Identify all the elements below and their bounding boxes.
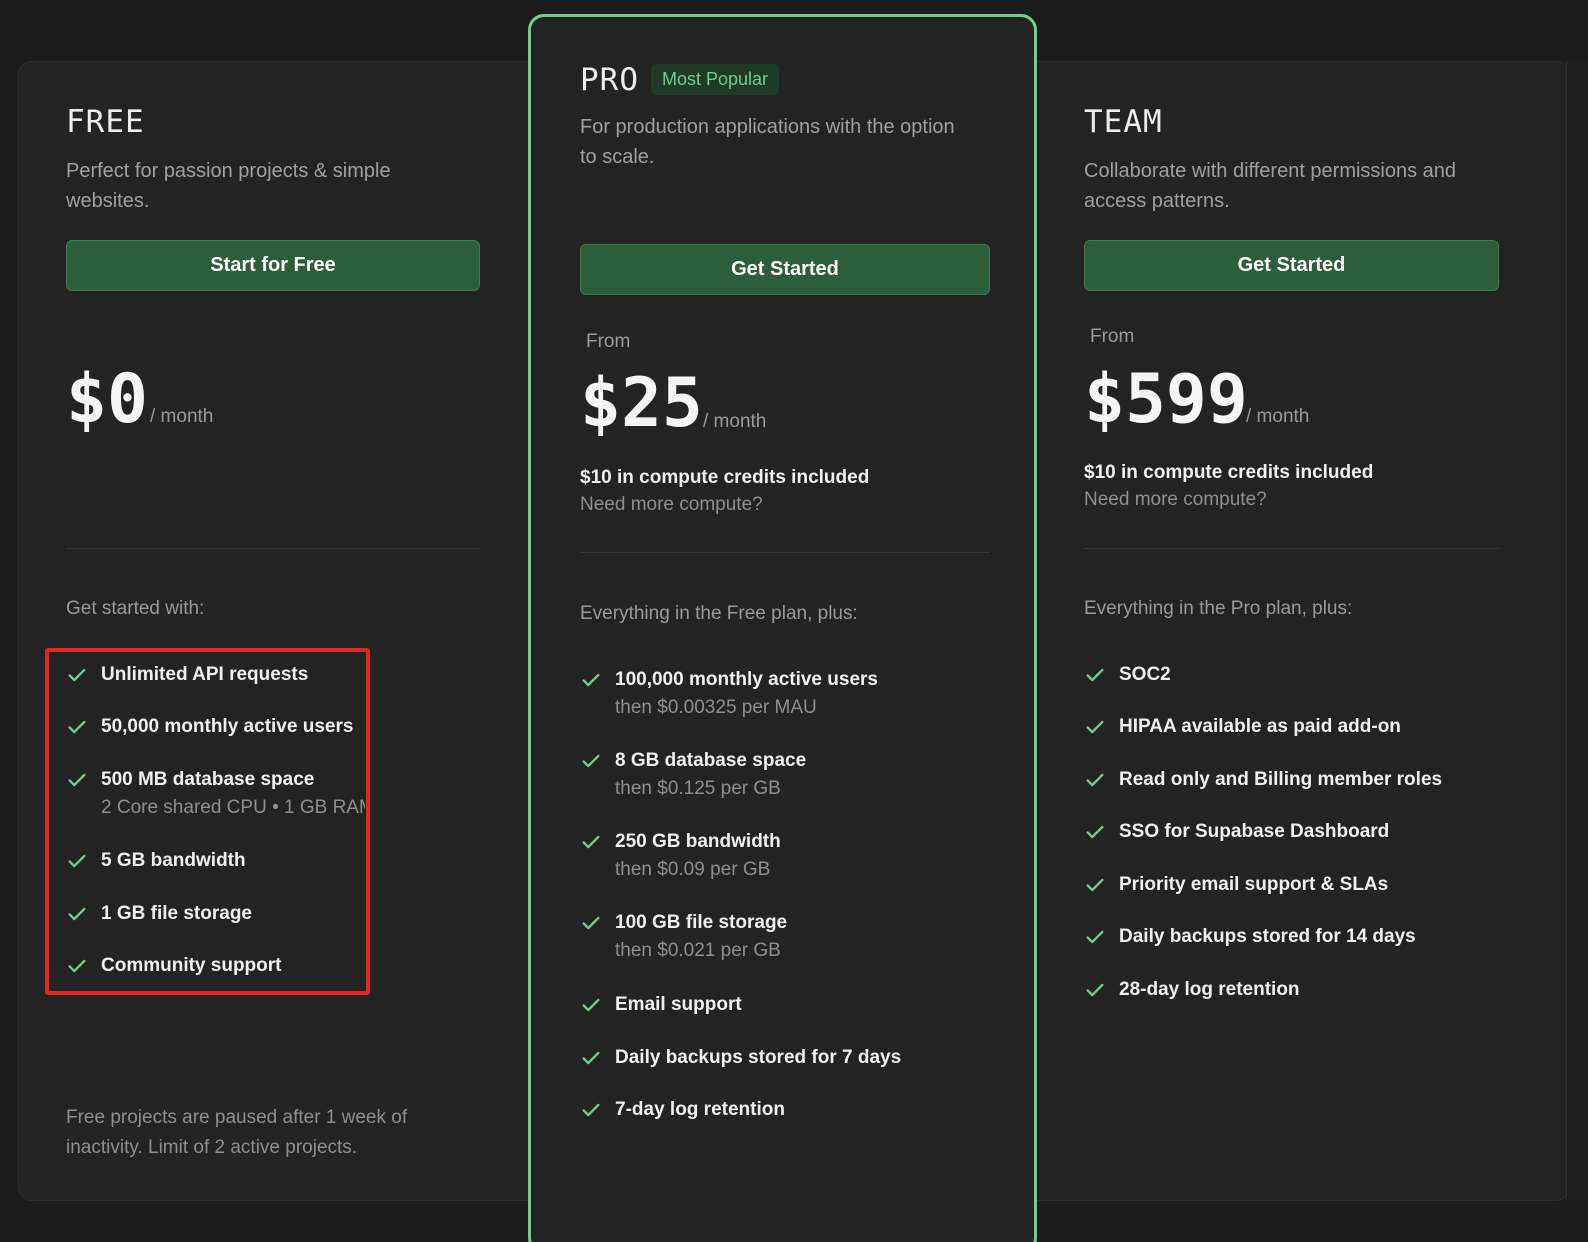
list-item: 5 GB bandwidth <box>66 848 246 874</box>
plan-price: $0 <box>66 360 148 439</box>
features-intro: Get started with: <box>66 598 205 619</box>
feature-label: Read only and Billing member roles <box>1119 769 1443 790</box>
list-item: 1 GB file storage <box>66 901 252 927</box>
need-more-compute-link[interactable]: Need more compute? <box>580 494 763 516</box>
price-period: / month <box>1246 406 1310 427</box>
feature-label: Email support <box>615 994 742 1015</box>
price-from-label: From <box>1090 326 1135 347</box>
most-popular-badge: Most Popular <box>651 64 780 95</box>
price-period: / month <box>150 406 214 427</box>
feature-label: 100 GB file storage <box>615 912 788 933</box>
feature-label: 7-day log retention <box>615 1099 785 1120</box>
pricing-page: FREE Perfect for passion projects & simp… <box>0 0 1588 1242</box>
check-icon <box>1086 773 1104 787</box>
list-item: Community support <box>66 953 282 979</box>
feature-label: SOC2 <box>1119 664 1171 685</box>
check-icon <box>582 754 600 768</box>
plan-description: Perfect for passion projects & simple we… <box>66 160 391 212</box>
divider <box>1084 548 1499 549</box>
check-icon <box>1086 668 1104 682</box>
price-period: / month <box>703 411 767 432</box>
list-item: 50,000 monthly active users <box>66 714 353 740</box>
check-icon <box>582 1103 600 1117</box>
check-icon <box>1086 930 1104 944</box>
list-item: Daily backups stored for 7 days <box>580 1045 901 1071</box>
feature-label: Priority email support & SLAs <box>1119 874 1389 895</box>
feature-label: Daily backups stored for 7 days <box>615 1047 902 1068</box>
divider <box>66 548 480 549</box>
check-icon <box>68 907 86 921</box>
feature-label: 8 GB database space <box>615 750 807 771</box>
feature-label: 50,000 monthly active users <box>101 716 354 737</box>
feature-label: Community support <box>101 955 282 976</box>
plan-description: Collaborate with different permissions a… <box>1084 160 1457 212</box>
list-item: 500 MB database space 2 Core shared CPU … <box>66 767 365 823</box>
list-item: 100 GB file storage then $0.021 per GB <box>580 910 787 966</box>
start-for-free-button[interactable]: Start for Free <box>66 240 480 291</box>
plan-name: FREE <box>66 104 145 140</box>
feature-detail: then $0.021 per GB <box>615 940 781 961</box>
feature-label: 28-day log retention <box>1119 979 1300 1000</box>
plan-description: For production applications with the opt… <box>580 116 955 168</box>
list-item: 28-day log retention <box>1084 977 1300 1003</box>
list-item: 250 GB bandwidth then $0.09 per GB <box>580 829 781 885</box>
list-item: 100,000 monthly active users then $0.003… <box>580 667 878 723</box>
feature-label: 500 MB database space <box>101 769 315 790</box>
feature-label: Daily backups stored for 14 days <box>1119 926 1416 947</box>
plan-price: $599 <box>1084 360 1248 439</box>
feature-label: 5 GB bandwidth <box>101 850 246 871</box>
feature-label: SSO for Supabase Dashboard <box>1119 821 1390 842</box>
check-icon <box>68 720 86 734</box>
check-icon <box>1086 878 1104 892</box>
list-item: Email support <box>580 992 742 1018</box>
list-item: Priority email support & SLAs <box>1084 872 1388 898</box>
check-icon <box>582 1051 600 1065</box>
list-item: 7-day log retention <box>580 1097 785 1123</box>
check-icon <box>68 959 86 973</box>
features-intro: Everything in the Pro plan, plus: <box>1084 598 1353 619</box>
check-icon <box>68 773 86 787</box>
plan-name: TEAM <box>1084 104 1163 140</box>
list-item: 8 GB database space then $0.125 per GB <box>580 748 806 804</box>
feature-label: Unlimited API requests <box>101 664 309 685</box>
next-plan-edge <box>1566 61 1588 1201</box>
list-item: SSO for Supabase Dashboard <box>1084 819 1389 845</box>
check-icon <box>68 854 86 868</box>
list-item: HIPAA available as paid add-on <box>1084 714 1401 740</box>
check-icon <box>1086 825 1104 839</box>
feature-label: 100,000 monthly active users <box>615 669 878 690</box>
feature-detail: then $0.00325 per MAU <box>615 697 817 718</box>
check-icon <box>1086 720 1104 734</box>
get-started-button[interactable]: Get Started <box>1084 240 1499 291</box>
pro-plan-card: PRO Most Popular For production applicat… <box>528 14 1037 1242</box>
get-started-button[interactable]: Get Started <box>580 244 990 295</box>
check-icon <box>582 998 600 1012</box>
features-intro: Everything in the Free plan, plus: <box>580 603 858 624</box>
feature-detail: then $0.125 per GB <box>615 778 781 799</box>
check-icon <box>582 673 600 687</box>
free-plan-footnote: Free projects are paused after 1 week of… <box>66 1107 408 1158</box>
check-icon <box>1086 983 1104 997</box>
list-item: Daily backups stored for 14 days <box>1084 924 1416 950</box>
feature-label: HIPAA available as paid add-on <box>1119 716 1401 737</box>
plan-name: PRO <box>580 62 639 98</box>
feature-detail: then $0.09 per GB <box>615 859 771 880</box>
divider <box>580 552 990 553</box>
plan-price: $25 <box>580 364 703 443</box>
compute-credits: $10 in compute credits included <box>1084 462 1374 483</box>
feature-detail: 2 Core shared CPU • 1 GB RAM <box>101 797 365 818</box>
check-icon <box>68 668 86 682</box>
check-icon <box>582 916 600 930</box>
list-item: Unlimited API requests <box>66 662 308 688</box>
feature-label: 1 GB file storage <box>101 903 252 924</box>
price-from-label: From <box>586 331 631 352</box>
feature-label: 250 GB bandwidth <box>615 831 781 852</box>
list-item: SOC2 <box>1084 662 1171 688</box>
need-more-compute-link[interactable]: Need more compute? <box>1084 489 1267 511</box>
compute-credits: $10 in compute credits included <box>580 467 870 488</box>
list-item: Read only and Billing member roles <box>1084 767 1442 793</box>
check-icon <box>582 835 600 849</box>
